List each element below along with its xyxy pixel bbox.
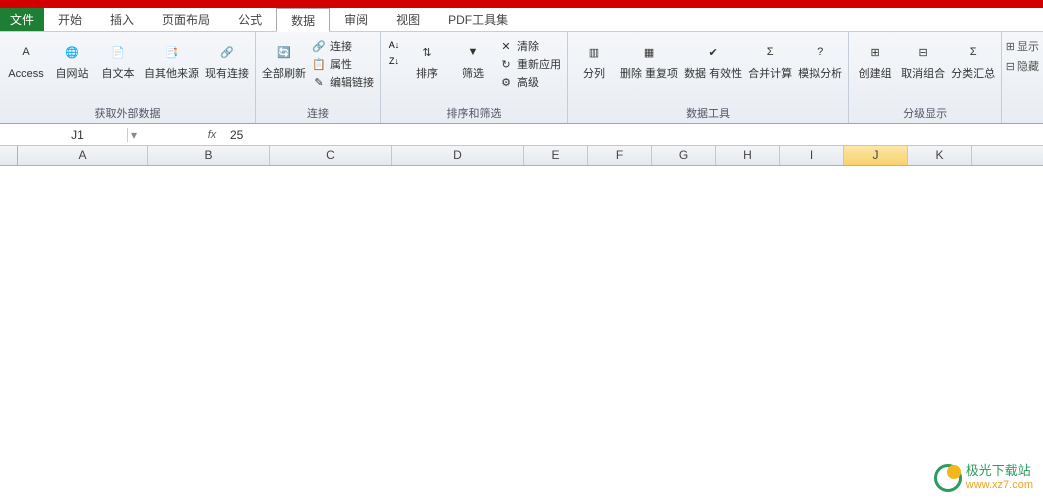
col-head-G[interactable]: G bbox=[652, 146, 716, 165]
group-label-outline: 分级显示 bbox=[855, 104, 995, 123]
subtotal-button[interactable]: Σ 分类汇总 bbox=[951, 34, 995, 80]
ribbon-tabs: 文件 开始 插入 页面布局 公式 数据 审阅 视图 PDF工具集 bbox=[0, 8, 1043, 32]
advanced-icon: ⚙ bbox=[499, 75, 513, 89]
show-detail-button[interactable]: ⊞显示 bbox=[1006, 38, 1039, 54]
select-all-corner[interactable] bbox=[0, 146, 18, 165]
col-head-C[interactable]: C bbox=[270, 146, 392, 165]
dedup-button[interactable]: ▦ 删除 重复项 bbox=[620, 34, 678, 80]
consolidate-icon: Σ bbox=[756, 38, 784, 66]
tab-view[interactable]: 视图 bbox=[382, 8, 434, 31]
group-label-datatools: 数据工具 bbox=[574, 104, 842, 123]
formula-bar: J1 ▾ fx 25 bbox=[0, 124, 1043, 146]
validation-button[interactable]: ✔ 数据 有效性 bbox=[684, 34, 742, 80]
col-head-D[interactable]: D bbox=[392, 146, 524, 165]
sort-za-icon: Z↓ bbox=[387, 54, 401, 68]
tab-pdf[interactable]: PDF工具集 bbox=[434, 8, 522, 31]
editlinks-button[interactable]: ✎编辑链接 bbox=[312, 74, 374, 90]
col-head-F[interactable]: F bbox=[588, 146, 652, 165]
web-button[interactable]: 🌐 自网站 bbox=[52, 34, 92, 80]
tab-insert[interactable]: 插入 bbox=[96, 8, 148, 31]
access-icon: A bbox=[12, 38, 40, 66]
plus-icon: ⊞ bbox=[1006, 40, 1015, 53]
refresh-icon: 🔄 bbox=[270, 38, 298, 66]
existing-icon: 🔗 bbox=[213, 38, 241, 66]
watermark-logo-icon bbox=[934, 464, 962, 492]
sort-asc-button[interactable]: A↓ bbox=[387, 38, 401, 52]
consolidate-button[interactable]: Σ 合并计算 bbox=[748, 34, 792, 80]
access-button[interactable]: A Access bbox=[6, 34, 46, 80]
web-icon: 🌐 bbox=[58, 38, 86, 66]
other-icon: 📑 bbox=[158, 38, 186, 66]
group-label-sortfilter: 排序和筛选 bbox=[387, 104, 561, 123]
clear-button[interactable]: ✕清除 bbox=[499, 38, 561, 54]
properties-icon: 📋 bbox=[312, 57, 326, 71]
group-icon: ⊞ bbox=[861, 38, 889, 66]
tab-layout[interactable]: 页面布局 bbox=[148, 8, 224, 31]
watermark: 极光下载站 www.xz7.com bbox=[934, 464, 1033, 492]
watermark-name: 极光下载站 bbox=[966, 464, 1033, 478]
col-head-B[interactable]: B bbox=[148, 146, 270, 165]
tab-data[interactable]: 数据 bbox=[276, 8, 330, 32]
col-head-I[interactable]: I bbox=[780, 146, 844, 165]
filter-icon: ▼ bbox=[459, 38, 487, 66]
sort-desc-button[interactable]: Z↓ bbox=[387, 54, 401, 68]
texttocol-button[interactable]: ▥ 分列 bbox=[574, 34, 614, 80]
existing-button[interactable]: 🔗 现有连接 bbox=[205, 34, 249, 80]
hide-detail-button[interactable]: ⊟隐藏 bbox=[1006, 58, 1039, 74]
group-button[interactable]: ⊞ 创建组 bbox=[855, 34, 895, 80]
text-button[interactable]: 📄 自文本 bbox=[98, 34, 138, 80]
texttocol-icon: ▥ bbox=[580, 38, 608, 66]
col-head-J[interactable]: J bbox=[844, 146, 908, 165]
reapply-button[interactable]: ↻重新应用 bbox=[499, 56, 561, 72]
minus-icon: ⊟ bbox=[1006, 60, 1015, 73]
connections-icon: 🔗 bbox=[312, 39, 326, 53]
ungroup-button[interactable]: ⊟ 取消组合 bbox=[901, 34, 945, 80]
tab-file[interactable]: 文件 bbox=[0, 8, 44, 31]
group-label-connections: 连接 bbox=[262, 104, 374, 123]
sort-button[interactable]: ⇅ 排序 bbox=[407, 34, 447, 80]
refresh-all-button[interactable]: 🔄 全部刷新 bbox=[262, 34, 306, 80]
col-head-K[interactable]: K bbox=[908, 146, 972, 165]
ribbon: A Access 🌐 自网站 📄 自文本 📑 自其他来源 🔗 现有连接 获取外部… bbox=[0, 32, 1043, 124]
text-icon: 📄 bbox=[104, 38, 132, 66]
other-button[interactable]: 📑 自其他来源 bbox=[144, 34, 199, 80]
reapply-icon: ↻ bbox=[499, 57, 513, 71]
spreadsheet: ABCDEFGHIJK bbox=[0, 146, 1043, 166]
tab-formula[interactable]: 公式 bbox=[224, 8, 276, 31]
name-box[interactable]: J1 bbox=[28, 128, 128, 142]
col-head-A[interactable]: A bbox=[18, 146, 148, 165]
ungroup-icon: ⊟ bbox=[909, 38, 937, 66]
tab-home[interactable]: 开始 bbox=[44, 8, 96, 31]
tab-review[interactable]: 审阅 bbox=[330, 8, 382, 31]
filter-button[interactable]: ▼ 筛选 bbox=[453, 34, 493, 80]
whatif-icon: ? bbox=[806, 38, 834, 66]
dedup-icon: ▦ bbox=[635, 38, 663, 66]
advanced-button[interactable]: ⚙高级 bbox=[499, 74, 561, 90]
col-head-H[interactable]: H bbox=[716, 146, 780, 165]
subtotal-icon: Σ bbox=[959, 38, 987, 66]
sort-icon: ⇅ bbox=[413, 38, 441, 66]
formula-input[interactable]: 25 bbox=[224, 128, 1043, 142]
validation-icon: ✔ bbox=[699, 38, 727, 66]
properties-button[interactable]: 📋属性 bbox=[312, 56, 374, 72]
watermark-url: www.xz7.com bbox=[966, 478, 1033, 492]
group-label-external: 获取外部数据 bbox=[6, 104, 249, 123]
fx-icon[interactable]: fx bbox=[200, 129, 224, 141]
editlinks-icon: ✎ bbox=[312, 75, 326, 89]
whatif-button[interactable]: ? 模拟分析 bbox=[798, 34, 842, 80]
connections-button[interactable]: 🔗连接 bbox=[312, 38, 374, 54]
col-head-E[interactable]: E bbox=[524, 146, 588, 165]
sort-az-icon: A↓ bbox=[387, 38, 401, 52]
clear-icon: ✕ bbox=[499, 39, 513, 53]
